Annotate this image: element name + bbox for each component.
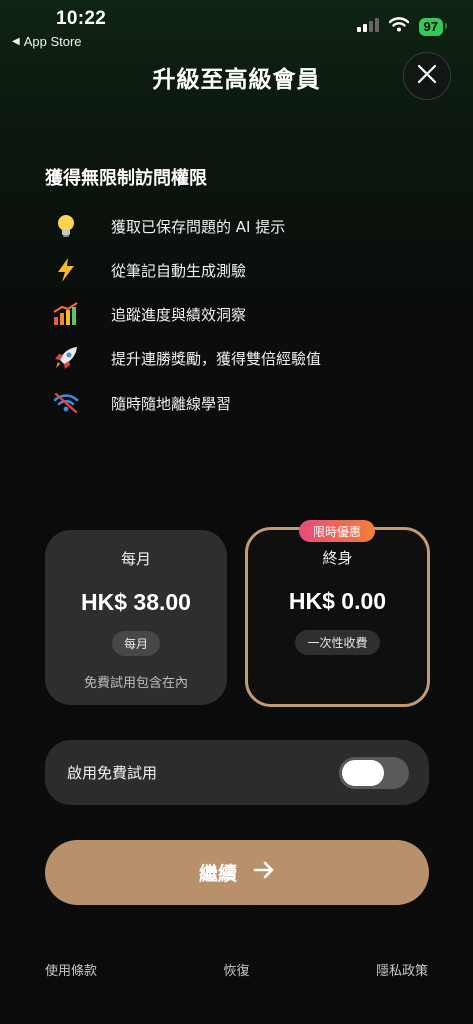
plan-name: 每月: [120, 550, 151, 568]
plan-period-chip: 每月: [111, 631, 160, 656]
features-title: 獲得無限制訪問權限: [45, 168, 207, 189]
free-trial-toggle[interactable]: [339, 756, 409, 789]
arrow-right-icon: [253, 861, 275, 884]
status-icons: 97: [356, 17, 448, 36]
plan-name: 終身: [322, 549, 353, 567]
plan-monthly-card[interactable]: 每月 HK$ 38.00 每月 免費試用包含在內: [45, 530, 227, 705]
feature-item: 提升連勝獎勵，獲得雙倍經驗值: [52, 343, 321, 373]
lightbulb-icon: [52, 212, 80, 240]
close-icon: [417, 64, 437, 88]
battery-icon: 97: [418, 17, 448, 36]
lightning-icon: [52, 256, 80, 284]
feature-label: 隨時隨地離線學習: [111, 394, 232, 413]
back-triangle-icon: ◀: [12, 36, 20, 47]
back-app-label: App Store: [23, 34, 82, 49]
feature-item: 獲取已保存問題的 AI 提示: [52, 211, 285, 241]
free-trial-label: 啟用免費試用: [67, 764, 158, 782]
rocket-icon: [52, 344, 80, 372]
feature-label: 從筆記自動生成測驗: [111, 261, 247, 280]
continue-button[interactable]: 繼續: [45, 840, 429, 905]
feature-item: 從筆記自動生成測驗: [52, 255, 246, 285]
plan-trial-note: 免費試用包含在內: [83, 676, 188, 691]
offline-wifi-icon: [52, 389, 80, 417]
status-time: 10:22: [56, 8, 107, 29]
feature-label: 追蹤進度與績效洞察: [111, 305, 247, 324]
toggle-knob: [342, 759, 384, 786]
wifi-icon: [388, 17, 409, 36]
feature-item: 隨時隨地離線學習: [52, 388, 231, 418]
back-to-app-store[interactable]: ◀ App Store: [12, 34, 82, 49]
feature-label: 提升連勝獎勵，獲得雙倍經驗值: [111, 349, 322, 368]
cellular-icon: [356, 17, 379, 36]
feature-label: 獲取已保存問題的 AI 提示: [111, 217, 286, 236]
promo-badge: 限時優惠: [299, 520, 375, 542]
plan-price: HK$ 38.00: [81, 589, 191, 615]
privacy-link[interactable]: 隱私政策: [376, 960, 428, 979]
close-button[interactable]: [403, 52, 451, 100]
free-trial-row: 啟用免費試用: [45, 740, 429, 805]
plan-price: HK$ 0.00: [288, 588, 387, 614]
feature-item: 追蹤進度與績效洞察: [52, 299, 246, 329]
plan-period-chip: 一次性收費: [295, 630, 380, 655]
continue-label: 繼續: [198, 863, 237, 885]
plan-lifetime-card[interactable]: 終身 HK$ 0.00 一次性收費: [245, 527, 430, 707]
bar-chart-icon: [52, 300, 80, 328]
